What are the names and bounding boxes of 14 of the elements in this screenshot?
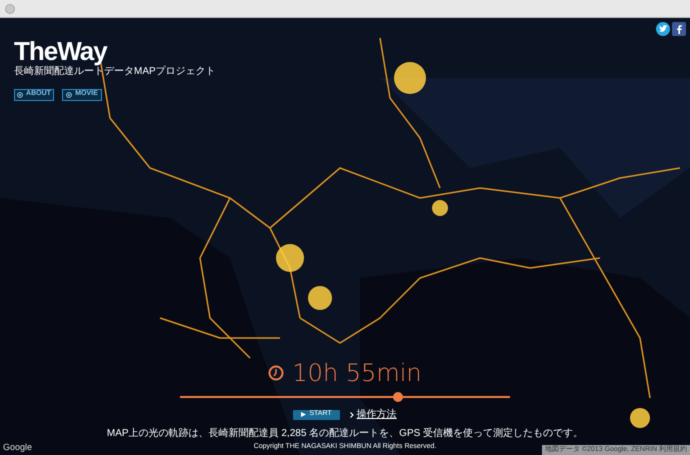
logo-title: TheWay [14,38,108,64]
logo-subtitle: 長崎新聞配達ルートデータMAPプロジェクト [14,66,216,78]
f-logo-icon[interactable] [672,22,686,36]
help-link[interactable]: 操作方法 [350,407,397,422]
circle-icon [17,92,24,98]
time-slider[interactable] [180,392,510,402]
elapsed-time: 10h 55min [292,361,422,385]
footer-note: MAP上の光の軌跡は、長崎新聞配達員 2,285 名の配達ルートを、GPS 受信機を使って測定したものです。 [106,428,584,440]
chevron-icon [350,412,354,418]
map-provider-logo: Google [3,440,32,454]
play-icon [301,412,306,417]
circle-icon [66,92,72,98]
map-drawing[interactable] [0,18,690,455]
clock-icon [268,365,284,381]
